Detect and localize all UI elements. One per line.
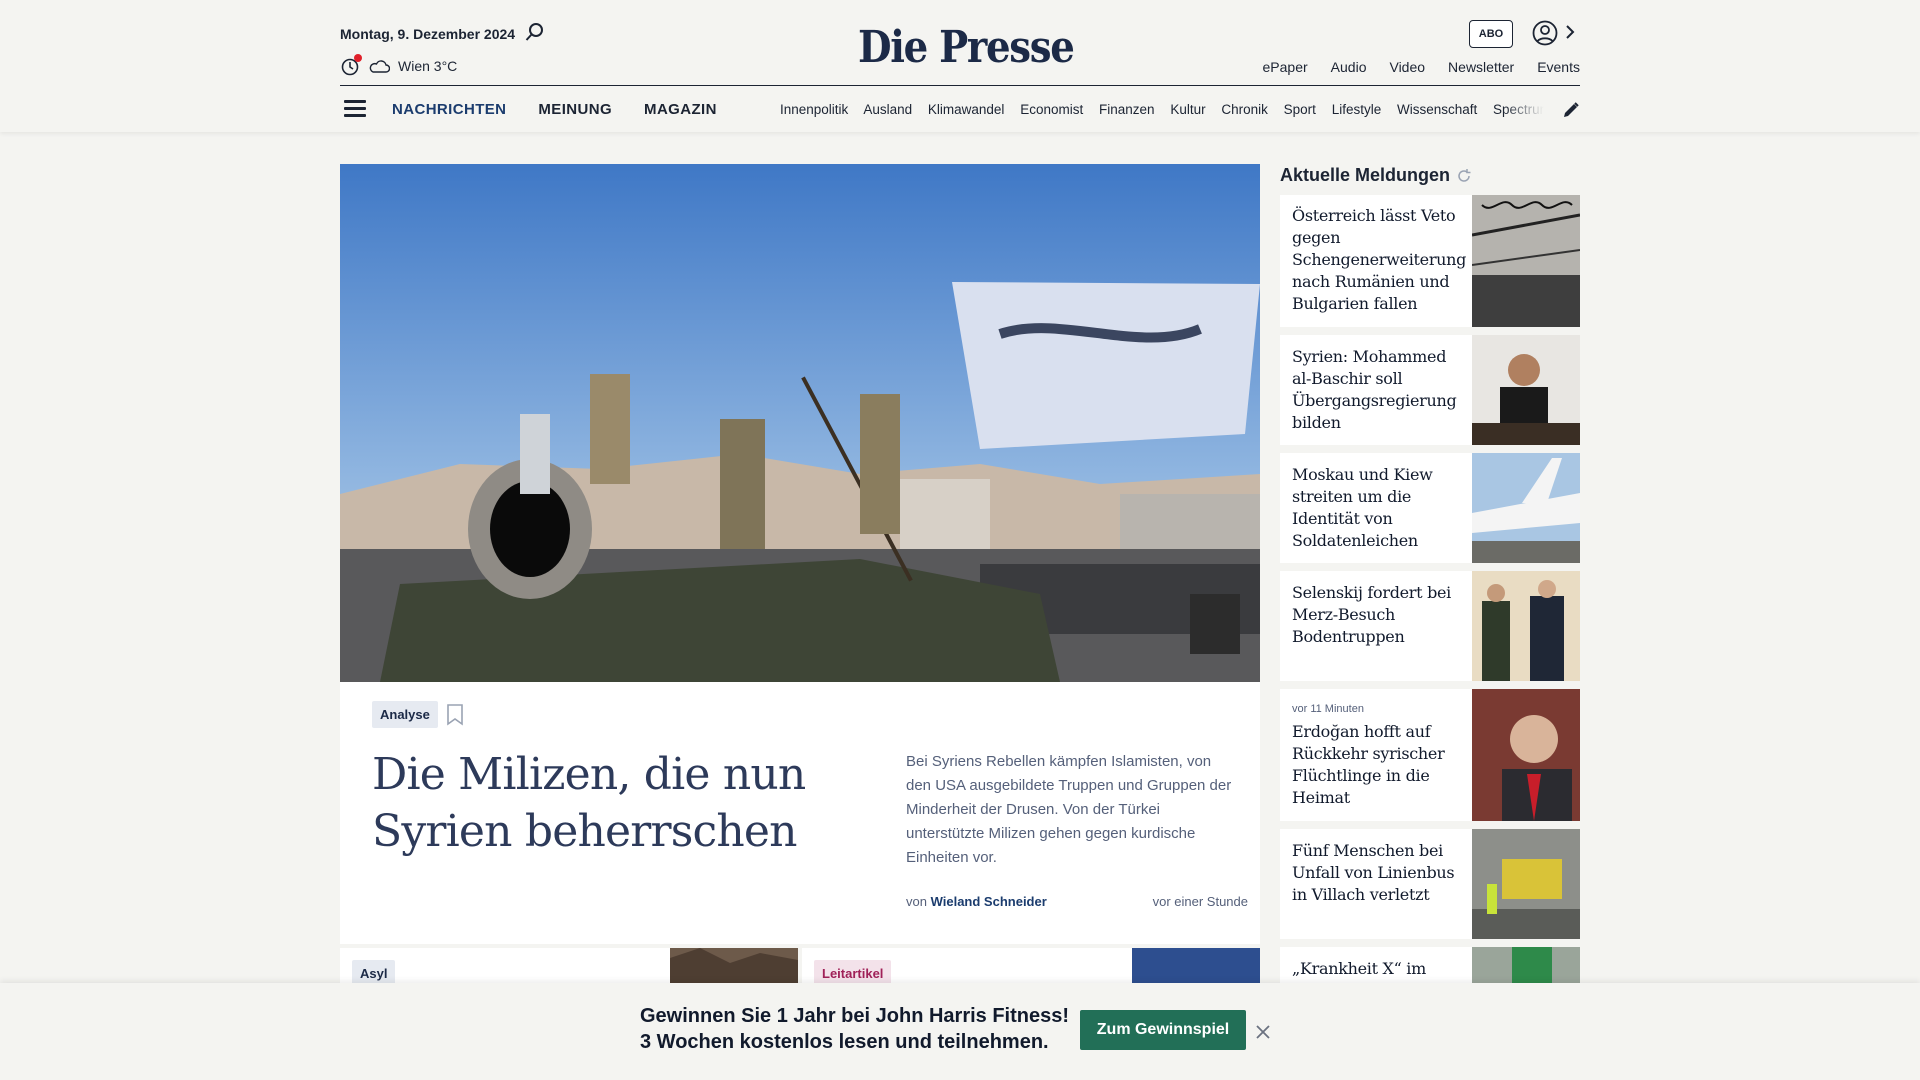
header-divider [340,85,1580,86]
promo-line-2: 3 Wochen kostenlos lesen und teilnehmen. [640,1031,1049,1053]
hero-headline[interactable]: Die Milizen, die nun Syrien beherrschen [372,746,852,860]
subnav-innenpolitik[interactable]: Innenpolitik [780,102,848,117]
news-item[interactable]: Selenskij fordert bei Merz-Besuch Bodent… [1280,571,1580,681]
main-nav: NACHRICHTEN MEINUNG MAGAZIN [392,101,717,118]
notification-clock-icon[interactable] [340,54,362,76]
utility-link-audio[interactable]: Audio [1331,59,1367,75]
subnav-wissenschaft[interactable]: Wissenschaft [1397,102,1477,117]
site-header: Montag, 9. Dezember 2024 Wien 3°C Die Pr… [0,0,1920,132]
news-thumbnail[interactable] [1472,689,1580,821]
weather-row: Wien 3°C [340,54,458,76]
news-headline[interactable]: Syrien: Mohammed al-Baschir soll Übergan… [1292,346,1464,434]
subnav-economist[interactable]: Economist [1020,102,1083,117]
news-headline[interactable]: Fünf Menschen bei Unfall von Linienbus i… [1292,840,1464,906]
refresh-icon[interactable] [1456,168,1472,184]
publish-time: vor einer Stunde [1152,894,1248,909]
close-icon[interactable] [1256,1025,1270,1039]
utility-link-video[interactable]: Video [1389,59,1425,75]
article-tag[interactable]: Analyse [372,701,438,728]
search-icon[interactable] [525,22,545,42]
notification-dot [354,54,362,62]
weather-label: Wien 3°C [398,58,458,74]
news-item[interactable]: Syrien: Mohammed al-Baschir soll Übergan… [1280,335,1580,445]
byline-prefix: von [906,894,927,909]
hero-article[interactable]: Analyse Die Milizen, die nun Syrien behe… [340,164,1260,944]
nav-nachrichten[interactable]: NACHRICHTEN [392,101,506,118]
subnav-ausland[interactable]: Ausland [863,102,912,117]
news-headline[interactable]: Österreich lässt Veto gegen Schengenerwe… [1292,205,1466,315]
sub-nav-fade [1504,96,1544,124]
utility-link-newsletter[interactable]: Newsletter [1448,59,1514,75]
news-headline[interactable]: Erdoğan hofft auf Rückkehr syrischer Flü… [1292,721,1464,809]
news-thumbnail[interactable] [1472,571,1580,681]
promo-text: Gewinnen Sie 1 Jahr bei John Harris Fitn… [640,1003,1069,1055]
bookmark-icon[interactable] [446,704,464,726]
news-item[interactable]: Fünf Menschen bei Unfall von Linienbus i… [1280,829,1580,939]
abo-button[interactable]: ABO [1469,20,1513,48]
news-item[interactable]: Österreich lässt Veto gegen Schengenerwe… [1280,195,1580,327]
news-headline[interactable]: Selenskij fordert bei Merz-Besuch Bodent… [1292,582,1464,648]
hamburger-menu-icon[interactable] [344,100,366,118]
sidebar-title-label: Aktuelle Meldungen [1280,165,1451,185]
promo-line-1: Gewinnen Sie 1 Jahr bei John Harris Fitn… [640,1005,1070,1027]
pencil-icon[interactable] [1562,101,1580,119]
news-thumbnail[interactable] [1472,829,1580,939]
news-time: vor 11 Minuten [1292,703,1364,715]
sidebar-title: Aktuelle Meldungen [1280,165,1472,186]
utility-nav: ePaper Audio Video Newsletter Events [1263,59,1580,75]
current-date: Montag, 9. Dezember 2024 [340,26,516,42]
utility-link-epaper[interactable]: ePaper [1263,59,1308,75]
nav-magazin[interactable]: MAGAZIN [644,101,717,118]
news-thumbnail[interactable] [1472,947,1580,987]
byline: von Wieland Schneider [906,894,1047,909]
subnav-finanzen[interactable]: Finanzen [1099,102,1155,117]
hero-teaser: Bei Syriens Rebellen kämpfen Islamisten,… [906,753,1232,866]
author-link[interactable]: Wieland Schneider [931,894,1047,909]
news-item[interactable]: vor 11 Minuten Erdoğan hofft auf Rückkeh… [1280,689,1580,821]
sub-nav: Innenpolitik Ausland Klimawandel Economi… [780,102,1544,117]
chevron-right-icon[interactable] [1564,22,1576,42]
user-account-icon[interactable] [1532,20,1558,46]
news-headline[interactable]: „Krankheit X“ im [1292,958,1464,980]
promo-banner: Gewinnen Sie 1 Jahr bei John Harris Fitn… [0,983,1920,1080]
site-logo[interactable]: Die Presse [858,22,1075,73]
promo-cta-button[interactable]: Zum Gewinnspiel [1080,1010,1246,1050]
news-headline[interactable]: Moskau und Kiew streiten um die Identitä… [1292,464,1464,552]
news-item[interactable]: Moskau und Kiew streiten um die Identitä… [1280,453,1580,563]
news-thumbnail[interactable] [1472,453,1580,563]
subnav-klimawandel[interactable]: Klimawandel [928,102,1005,117]
subnav-lifestyle[interactable]: Lifestyle [1332,102,1382,117]
cloud-icon [369,60,390,73]
hero-image[interactable] [340,164,1260,682]
utility-link-events[interactable]: Events [1537,59,1580,75]
subnav-sport[interactable]: Sport [1284,102,1316,117]
subnav-kultur[interactable]: Kultur [1170,102,1205,117]
news-item[interactable]: „Krankheit X“ im [1280,947,1580,987]
nav-meinung[interactable]: MEINUNG [538,101,612,118]
subnav-chronik[interactable]: Chronik [1221,102,1268,117]
news-thumbnail[interactable] [1472,335,1580,445]
news-thumbnail[interactable] [1472,195,1580,327]
